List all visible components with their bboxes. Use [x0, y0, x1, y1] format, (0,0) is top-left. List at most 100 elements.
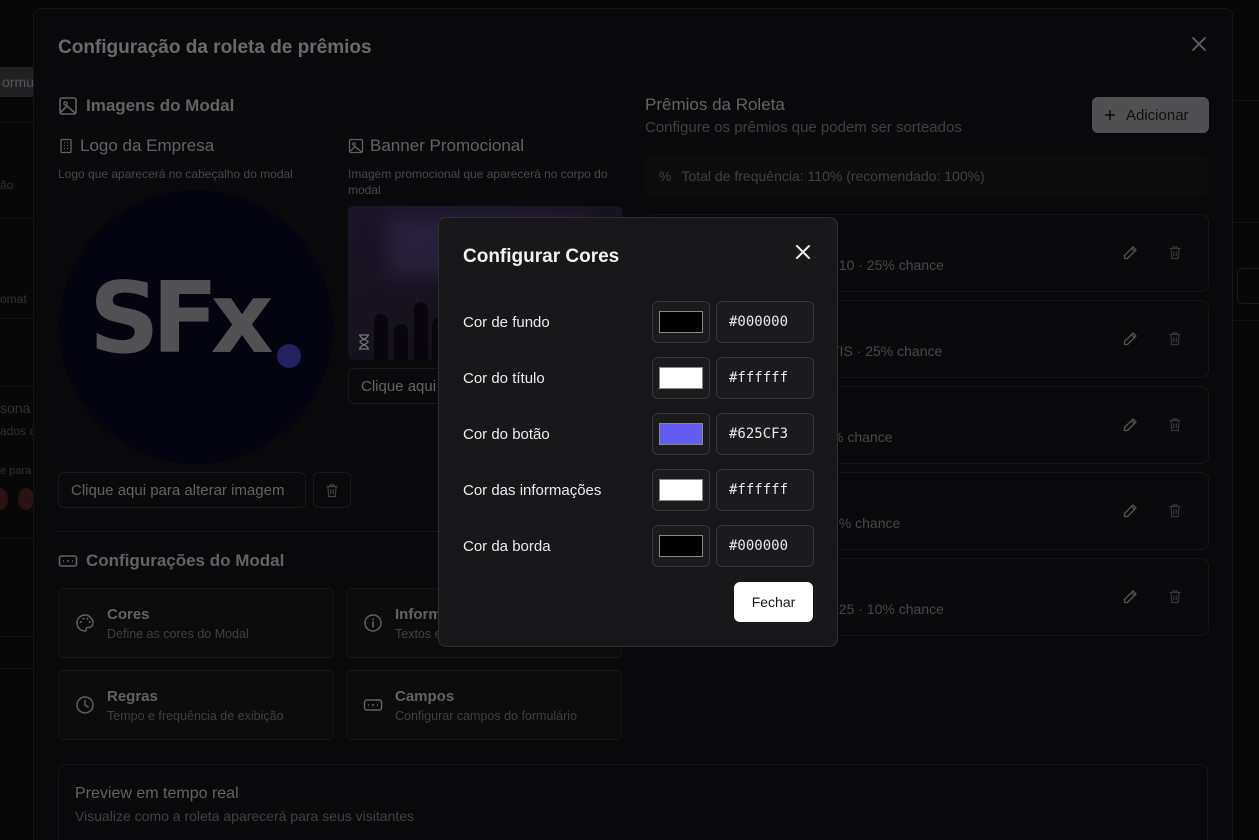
hourglass-icon	[359, 334, 369, 350]
live-preview-panel: Preview em tempo real Visualize como a r…	[58, 764, 1208, 840]
background-text: ados d	[0, 424, 37, 438]
trash-icon[interactable]	[1168, 503, 1182, 518]
color-swatch	[659, 367, 703, 389]
config-section-title: Configurações do Modal	[86, 551, 285, 570]
background-divider	[0, 318, 34, 319]
color-swatch	[659, 479, 703, 501]
background-divider	[0, 668, 34, 669]
prizes-title: Prêmios da Roleta	[645, 95, 785, 114]
background-divider	[0, 636, 34, 637]
trash-icon[interactable]	[1168, 417, 1182, 432]
pencil-icon[interactable]	[1122, 503, 1138, 519]
info-icon	[364, 614, 382, 632]
close-icon[interactable]	[1190, 35, 1208, 53]
background-avatar	[0, 488, 8, 510]
card-title: Regras	[107, 688, 158, 705]
color-swatch	[659, 311, 703, 333]
card-title: Inform	[395, 606, 442, 623]
logo-dot	[277, 344, 301, 368]
trash-icon[interactable]	[1168, 331, 1182, 346]
prizes-subtitle: Configure os prêmios que podem ser sorte…	[645, 119, 962, 136]
background-text: e para	[0, 465, 32, 477]
percent-icon: %	[659, 168, 672, 184]
card-colors[interactable]: Cores Define as cores do Modal	[58, 588, 334, 658]
color-label: Cor do título	[463, 370, 545, 387]
color-label: Cor das informações	[463, 482, 602, 499]
pencil-icon[interactable]	[1122, 245, 1138, 261]
banner-header: Banner Promocional	[348, 136, 524, 156]
image-icon	[348, 138, 364, 154]
card-rules[interactable]: Regras Tempo e frequência de exibição	[58, 670, 334, 740]
color-picker[interactable]	[652, 357, 710, 399]
logo-header: Logo da Empresa	[58, 136, 214, 156]
plus-icon	[1105, 110, 1115, 120]
company-logo: SFx	[59, 190, 333, 464]
card-fields[interactable]: Campos Configurar campos do formulário	[346, 670, 622, 740]
color-picker[interactable]	[652, 469, 710, 511]
change-logo-button[interactable]: Clique aqui para alterar imagem	[58, 472, 306, 508]
color-row: Cor de fundo #000000	[463, 301, 815, 343]
banner-figure	[394, 324, 408, 360]
palette-icon	[76, 614, 94, 632]
frequency-text: Total de frequência: 110% (recomendado: …	[681, 168, 985, 184]
card-description: Define as cores do Modal	[107, 627, 249, 641]
trash-icon[interactable]	[1168, 589, 1182, 604]
background-divider	[0, 218, 34, 219]
background-text: sona	[0, 400, 31, 416]
hex-input[interactable]: #000000	[716, 525, 814, 567]
config-section-header: Configurações do Modal	[58, 551, 284, 571]
close-button[interactable]: Fechar	[734, 582, 813, 622]
background-divider	[1233, 320, 1259, 321]
add-prize-button[interactable]: Adicionar	[1092, 97, 1209, 133]
background-divider	[1233, 100, 1259, 101]
close-icon[interactable]	[795, 244, 811, 260]
color-picker[interactable]	[652, 525, 710, 567]
banner-figure	[414, 302, 428, 360]
trash-icon	[326, 483, 338, 497]
background-text: omat	[0, 292, 27, 306]
logo-description: Logo que aparecerá no cabeçalho do modal	[58, 167, 293, 181]
background-divider	[1233, 222, 1259, 223]
color-picker[interactable]	[652, 301, 710, 343]
background-divider	[0, 538, 34, 539]
background-text: ão	[0, 178, 14, 192]
preview-title: Preview em tempo real	[75, 785, 239, 802]
prize-chance: 025 · 10% chance	[831, 601, 944, 617]
color-row: Cor da borda #000000	[463, 525, 815, 567]
building-icon	[60, 138, 72, 154]
keyboard-icon	[58, 555, 78, 567]
background-chip-label: ormul	[2, 74, 38, 90]
prize-chance: % chance	[831, 429, 893, 445]
card-description: Textos e	[395, 627, 442, 641]
card-title: Cores	[107, 606, 150, 623]
pencil-icon[interactable]	[1122, 417, 1138, 433]
color-row: Cor do título #ffffff	[463, 357, 815, 399]
card-title: Campos	[395, 688, 455, 705]
delete-logo-button[interactable]	[313, 472, 351, 508]
color-row: Cor das informações #ffffff	[463, 469, 815, 511]
prize-chance: 010 · 25% chance	[831, 257, 944, 273]
color-config-modal: Configurar Cores Cor de fundo #000000 Cor …	[438, 217, 838, 647]
hex-input[interactable]: #625CF3	[716, 413, 814, 455]
logo-title: Logo da Empresa	[80, 136, 215, 155]
background-avatar	[18, 488, 34, 510]
frequency-total: % Total de frequência: 110% (recomendado…	[645, 155, 1209, 197]
pencil-icon[interactable]	[1122, 331, 1138, 347]
color-label: Cor da borda	[463, 538, 551, 555]
prize-chance: TIS · 25% chance	[831, 343, 943, 359]
logo-text: SFx	[89, 262, 274, 376]
hex-input[interactable]: #ffffff	[716, 357, 814, 399]
pencil-icon[interactable]	[1122, 589, 1138, 605]
color-label: Cor de fundo	[463, 314, 550, 331]
hex-input[interactable]: #ffffff	[716, 469, 814, 511]
clock-icon	[76, 696, 94, 714]
hex-input[interactable]: #000000	[716, 301, 814, 343]
banner-description: Imagem promocional que aparecerá no corp…	[348, 167, 608, 197]
background-chip: ormul	[0, 67, 38, 97]
prize-chance: 5% chance	[831, 515, 901, 531]
preview-description: Visualize como a roleta aparecerá para s…	[75, 808, 415, 824]
images-section-title: Imagens do Modal	[86, 96, 235, 115]
trash-icon[interactable]	[1168, 245, 1182, 260]
card-description: Tempo e frequência de exibição	[107, 709, 284, 723]
color-picker[interactable]	[652, 413, 710, 455]
